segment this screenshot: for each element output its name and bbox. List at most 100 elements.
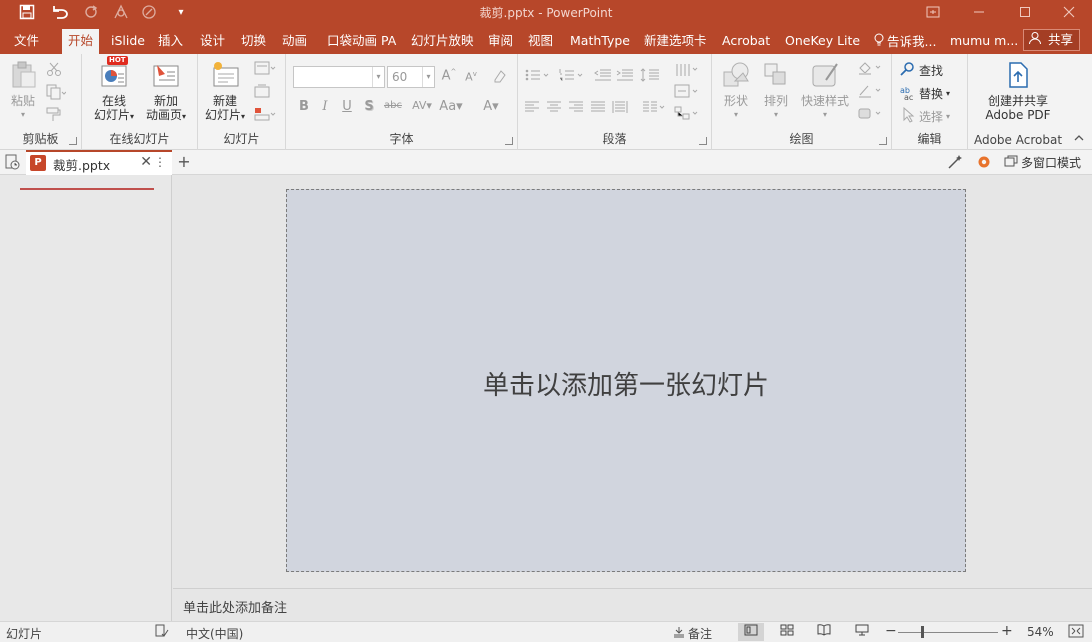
columns-icon[interactable] (642, 101, 666, 113)
tab-acrobat[interactable]: Acrobat (716, 29, 776, 54)
tab-more-menu[interactable]: ⋮ (154, 155, 166, 169)
distributed-icon[interactable] (612, 100, 628, 114)
tab-new-tab[interactable]: 新建选项卡 (638, 29, 713, 54)
notes-pane[interactable]: 单击此处添加备注 (173, 588, 1092, 621)
align-text-icon[interactable] (674, 84, 700, 98)
font-launcher-icon[interactable] (505, 137, 513, 145)
multi-window-mode-button[interactable]: 多窗口模式 (1004, 154, 1081, 171)
quick-styles-button[interactable]: 快速样式 ▾ (798, 60, 852, 122)
paste-button[interactable]: 粘贴 ▾ (6, 60, 40, 122)
slide-sorter-view-icon[interactable] (774, 623, 800, 641)
shape-outline-icon[interactable] (856, 83, 886, 99)
copy-icon[interactable] (46, 84, 66, 100)
font-size-combo[interactable]: 60 ▾ (387, 66, 435, 88)
clipboard-launcher-icon[interactable] (69, 137, 77, 145)
replace-button[interactable]: ab ac 替换 ▾ (900, 84, 950, 103)
underline-icon[interactable]: U (337, 99, 357, 114)
tab-history-icon[interactable] (4, 154, 20, 173)
tab-review[interactable]: 审阅 (482, 29, 519, 54)
increase-font-size-icon[interactable]: A^ (439, 68, 459, 83)
tab-home[interactable]: 开始 (62, 29, 100, 54)
tab-pocket-animation[interactable]: 口袋动画 PA (321, 29, 402, 54)
numbering-icon[interactable] (558, 68, 586, 82)
align-left-icon[interactable] (524, 101, 540, 113)
magic-wand-icon[interactable] (947, 154, 963, 173)
tab-insert[interactable]: 插入 (152, 29, 189, 54)
fit-slide-icon[interactable] (1068, 624, 1084, 641)
line-spacing-icon[interactable] (640, 68, 666, 82)
zoom-in-icon[interactable]: + (1001, 623, 1013, 639)
restore-icon[interactable] (1002, 0, 1048, 24)
notes-toggle-button[interactable]: 备注 (673, 625, 712, 642)
arrange-button[interactable]: 排列 ▾ (758, 60, 794, 122)
new-tab-button[interactable]: + (174, 152, 194, 172)
zoom-out-icon[interactable]: − (885, 623, 897, 639)
cut-icon[interactable] (46, 61, 62, 77)
font-name-combo[interactable]: ▾ (293, 66, 385, 88)
text-shadow-icon[interactable]: S (359, 99, 379, 114)
tell-me[interactable]: 告诉我... (868, 29, 942, 54)
ribbon-display-options-icon[interactable] (910, 0, 956, 24)
shapes-button[interactable]: 形状 ▾ (718, 60, 754, 122)
bold-icon[interactable]: B (294, 99, 314, 114)
spell-check-icon[interactable] (155, 624, 169, 641)
document-tab[interactable]: P 裁剪.pptx ✕ ⋮ (26, 150, 172, 175)
align-right-icon[interactable] (568, 101, 584, 113)
reading-view-icon[interactable] (811, 623, 837, 641)
text-direction-icon[interactable] (674, 62, 700, 78)
tab-design[interactable]: 设计 (194, 29, 231, 54)
zoom-slider-thumb[interactable] (921, 626, 924, 638)
font-color-icon[interactable]: A▾ (478, 99, 504, 114)
close-tab-icon[interactable]: ✕ (140, 154, 152, 170)
tab-islide[interactable]: iSlide (105, 29, 151, 54)
tab-transitions[interactable]: 切换 (235, 29, 272, 54)
increase-indent-icon[interactable] (616, 68, 634, 82)
justify-icon[interactable] (590, 101, 606, 113)
tab-animations[interactable]: 动画 (276, 29, 313, 54)
tab-file[interactable]: 文件 (8, 29, 45, 54)
paragraph-launcher-icon[interactable] (699, 137, 707, 145)
slide-editing-area[interactable]: 单击以添加第一张幻灯片 (173, 175, 1092, 588)
shape-effects-icon[interactable] (856, 106, 886, 122)
add-first-slide-prompt[interactable]: 单击以添加第一张幻灯片 (287, 365, 965, 402)
gear-icon[interactable] (976, 154, 992, 173)
align-center-icon[interactable] (546, 101, 562, 113)
decrease-indent-icon[interactable] (594, 68, 612, 82)
layout-icon[interactable] (254, 61, 276, 75)
strikethrough-icon[interactable]: abc (382, 100, 404, 111)
slideshow-view-icon[interactable] (849, 623, 875, 641)
slide-placeholder-area[interactable]: 单击以添加第一张幻灯片 (286, 189, 966, 572)
italic-icon[interactable]: I (315, 99, 335, 114)
shape-fill-icon[interactable] (856, 60, 886, 76)
character-spacing-icon[interactable]: AV▾ (408, 99, 436, 112)
clear-formatting-icon[interactable] (490, 68, 510, 88)
new-animation-page-button[interactable]: 新加 动画页▾ (140, 60, 192, 124)
find-button[interactable]: 查找 (900, 61, 943, 80)
section-icon[interactable] (254, 107, 276, 121)
convert-to-smartart-icon[interactable] (674, 106, 700, 120)
create-share-pdf-button[interactable]: 创建并共享 Adobe PDF (974, 60, 1062, 122)
notes-placeholder[interactable]: 单击此处添加备注 (183, 597, 287, 616)
select-button[interactable]: 选择 ▾ (900, 106, 950, 126)
online-slide-button[interactable]: HOT 在线 幻灯片▾ (88, 56, 140, 124)
bullets-icon[interactable] (524, 68, 552, 82)
collapse-ribbon-icon[interactable] (1074, 134, 1084, 145)
close-icon[interactable] (1046, 0, 1092, 24)
zoom-level[interactable]: 54% (1027, 625, 1054, 639)
slide-thumbnail-pane[interactable] (0, 175, 172, 621)
decrease-font-size-icon[interactable]: Av (461, 70, 481, 84)
format-painter-icon[interactable] (46, 107, 62, 123)
user-account[interactable]: mumu m... (944, 29, 1024, 54)
new-slide-button[interactable]: 新建 幻灯片▾ (202, 60, 248, 124)
language-indicator[interactable]: 中文(中国) (186, 625, 243, 642)
tab-mathtype[interactable]: MathType (564, 29, 636, 54)
zoom-slider-track[interactable] (898, 632, 998, 633)
minimize-icon[interactable] (956, 0, 1002, 24)
drawing-launcher-icon[interactable] (879, 137, 887, 145)
tab-onekey-lite[interactable]: OneKey Lite (779, 29, 866, 54)
share-button[interactable]: 共享 (1023, 29, 1080, 51)
normal-view-icon[interactable] (738, 623, 764, 641)
change-case-icon[interactable]: Aa▾ (438, 99, 464, 114)
tab-view[interactable]: 视图 (522, 29, 559, 54)
reset-icon[interactable] (254, 84, 270, 98)
